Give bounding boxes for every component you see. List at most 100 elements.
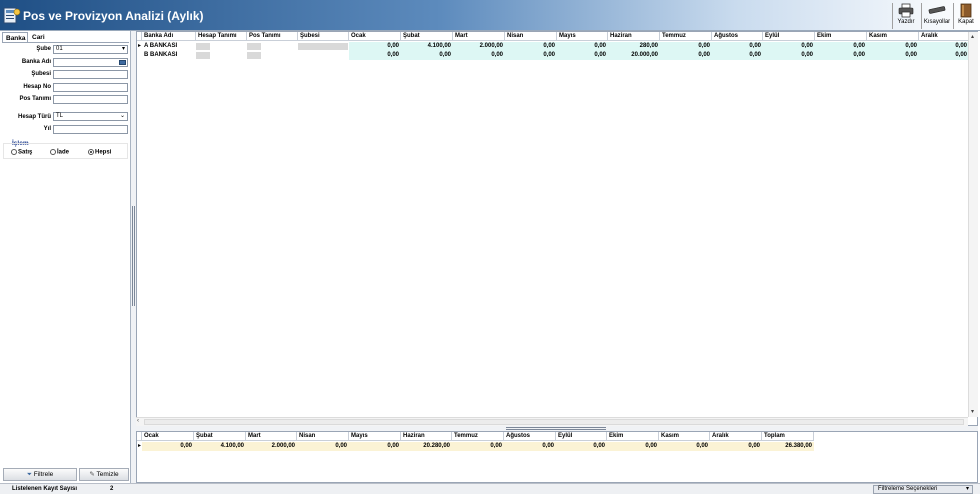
radio-satis[interactable]: Satış (11, 149, 32, 156)
sube-value: 01 (56, 46, 63, 52)
col-ocak[interactable]: Ocak (349, 32, 401, 41)
sum-col-haziran[interactable]: Haziran (401, 432, 452, 441)
sum-col-toplam[interactable]: Toplam (762, 432, 814, 441)
col-hesap-tanimi[interactable]: Hesap Tanımı (196, 32, 247, 41)
shortcuts-icon (928, 6, 946, 14)
window-title: Pos ve Provizyon Analizi (Aylık) (23, 9, 204, 23)
scroll-left-icon[interactable]: ‹ (137, 418, 139, 424)
summary-row[interactable]: ▸ 0,00 4.100,00 2.000,00 0,00 0,00 20.28… (137, 442, 977, 451)
sum-cell: 0,00 (556, 442, 607, 451)
filter-button[interactable]: ⏷ Filtrele (3, 468, 77, 481)
record-count-label: Listelenen Kayıt Sayısı (12, 486, 78, 492)
pos-tanimi-field[interactable] (53, 95, 128, 104)
sum-col-ocak[interactable]: Ocak (142, 432, 194, 441)
sum-cell: 0,00 (504, 442, 556, 451)
col-eylul[interactable]: Eylül (763, 32, 815, 41)
sum-col-aralik[interactable]: Aralık (710, 432, 762, 441)
col-subesi[interactable]: Şubesi (298, 32, 349, 41)
yil-field[interactable] (53, 125, 128, 134)
eraser-icon: ✎ (89, 471, 95, 478)
shortcuts-button[interactable]: Kısayollar (922, 2, 952, 30)
main-grid-vertical-scrollbar[interactable]: ▴ ▾ (968, 32, 978, 417)
col-temmuz[interactable]: Temmuz (660, 32, 712, 41)
sum-cell: 0,00 (710, 442, 762, 451)
subesi-label: Şubesi (31, 71, 51, 77)
hesap-no-field[interactable] (53, 83, 128, 92)
subesi-field[interactable] (53, 70, 128, 79)
radio-circle (11, 149, 17, 155)
month-cell: 0,00 (815, 51, 867, 60)
filter-options-dropdown[interactable]: Filtreleme Seçenekleri ▾ (873, 485, 973, 494)
col-kasim[interactable]: Kasım (867, 32, 919, 41)
banka-adi-label: Banka Adı (21, 59, 51, 65)
sum-col-eylul[interactable]: Eylül (556, 432, 607, 441)
main-grid-header: Banka Adı Hesap Tanımı Pos Tanımı Şubesi… (137, 32, 977, 41)
month-cell: 0,00 (763, 51, 815, 60)
redacted-cell (298, 43, 348, 50)
sum-col-temmuz[interactable]: Temmuz (452, 432, 504, 441)
sum-cell: 4.100,00 (194, 442, 246, 451)
table-row[interactable]: ▸ A BANKASI 0,00 4.100,00 2.000,00 0,00 … (137, 42, 977, 51)
col-nisan[interactable]: Nisan (505, 32, 557, 41)
sum-cell: 0,00 (607, 442, 659, 451)
hesap-no-label: Hesap No (23, 84, 51, 90)
close-book-icon (960, 3, 972, 18)
radio-circle-selected (88, 149, 94, 155)
month-cell: 280,00 (608, 42, 660, 51)
lookup-icon[interactable] (119, 60, 126, 65)
col-aralik[interactable]: Aralık (919, 32, 969, 41)
redacted-cell (196, 43, 210, 50)
scrollbar-thumb[interactable] (144, 419, 964, 425)
print-button[interactable]: Yazdır (893, 2, 919, 30)
month-cell: 0,00 (349, 42, 401, 51)
close-button[interactable]: Kapat (953, 2, 979, 30)
col-agustos[interactable]: Ağustos (712, 32, 763, 41)
radio-iade[interactable]: İade (50, 149, 69, 156)
app-icon (3, 7, 21, 24)
month-cell: 0,00 (505, 42, 557, 51)
shortcuts-label: Kısayollar (923, 19, 951, 25)
sum-col-agustos[interactable]: Ağustos (504, 432, 556, 441)
yil-label: Yıl (43, 126, 51, 132)
scroll-down-icon[interactable]: ▾ (971, 408, 974, 415)
scroll-up-icon[interactable]: ▴ (971, 33, 974, 40)
col-subat[interactable]: Şubat (401, 32, 453, 41)
splitter-grip (506, 427, 606, 430)
col-banka-adi[interactable]: Banka Adı (142, 32, 196, 41)
col-mart[interactable]: Mart (453, 32, 505, 41)
sube-label: Şube (36, 46, 51, 52)
hesap-turu-label: Hesap Türü (17, 114, 51, 120)
close-label: Kapat (958, 19, 974, 25)
col-pos-tanimi[interactable]: Pos Tanımı (247, 32, 298, 41)
sum-col-ekim[interactable]: Ekim (607, 432, 659, 441)
printer-icon (898, 3, 914, 18)
banka-adi-field[interactable] (53, 58, 128, 67)
month-cell: 0,00 (349, 51, 401, 60)
splitter-grip (132, 206, 135, 306)
sum-cell: 2.000,00 (246, 442, 297, 451)
table-row[interactable]: B BANKASI 0,00 0,00 0,00 0,00 0,00 20.00… (137, 51, 977, 60)
print-label: Yazdır (897, 19, 915, 25)
col-mayis[interactable]: Mayıs (557, 32, 608, 41)
radio-hepsi[interactable]: Hepsi (88, 149, 111, 156)
month-cell: 0,00 (557, 42, 608, 51)
hesap-turu-value: TL (56, 113, 64, 119)
month-cell: 0,00 (815, 42, 867, 51)
sum-col-mayis[interactable]: Mayıs (349, 432, 401, 441)
title-bar: Pos ve Provizyon Analizi (Aylık) Yazdır … (0, 0, 980, 31)
radio-circle (50, 149, 56, 155)
sum-col-subat[interactable]: Şubat (194, 432, 246, 441)
col-haziran[interactable]: Haziran (608, 32, 660, 41)
redacted-cell (247, 52, 261, 59)
col-ekim[interactable]: Ekim (815, 32, 867, 41)
sube-select[interactable]: 01 ▾ (53, 45, 128, 54)
main-grid-horizontal-scrollbar[interactable]: ‹ (136, 417, 968, 426)
sum-col-mart[interactable]: Mart (246, 432, 297, 441)
hesap-turu-select[interactable]: TL ⌄ (53, 112, 128, 121)
summary-grid-header: Ocak Şubat Mart Nisan Mayıs Haziran Temm… (137, 432, 977, 441)
sum-col-nisan[interactable]: Nisan (297, 432, 349, 441)
month-cell: 0,00 (401, 51, 453, 60)
sum-col-kasim[interactable]: Kasım (659, 432, 710, 441)
banka-cell: A BANKASI (144, 43, 178, 49)
clear-button[interactable]: ✎ Temizle (79, 468, 129, 481)
